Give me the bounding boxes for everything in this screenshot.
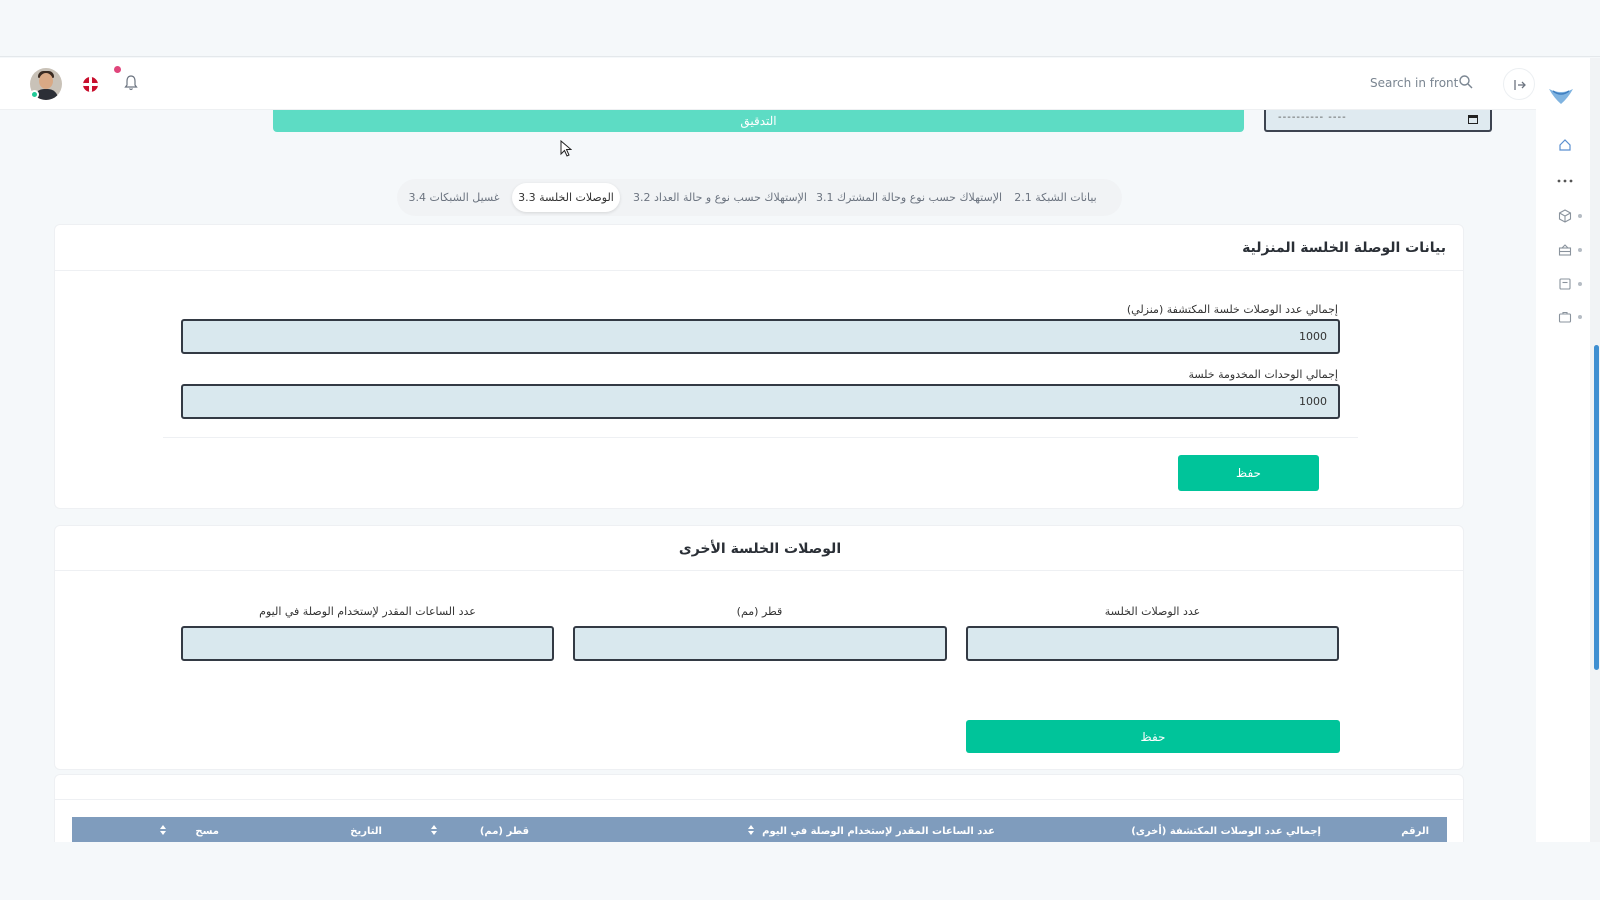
document-icon[interactable] <box>1558 277 1572 291</box>
top-header: Search in front <box>0 58 1590 110</box>
column-header[interactable]: مسح <box>195 826 219 837</box>
home-illegal-connection-card: بيانات الوصلة الخلسة المنزلية إجمالي عدد… <box>54 224 1464 509</box>
field-label: إجمالي عدد الوصلات خلسة المكتشفة (منزلي) <box>1126 303 1338 316</box>
save-button[interactable]: حفظ <box>966 720 1340 753</box>
field-label: قطر (مم) <box>736 605 783 618</box>
column-header[interactable]: التاريخ <box>350 826 382 837</box>
section-tabs: 2.1 بيانات الشبكة 3.1 الإستهلاك حسب نوع … <box>397 179 1122 216</box>
divider <box>55 270 1463 271</box>
more-icon[interactable] <box>1556 174 1574 188</box>
table-header-row: الرقم إجمالي عدد الوصلات المكتشفة (أخرى)… <box>72 817 1447 842</box>
rail-dot <box>1578 315 1582 319</box>
search-input[interactable]: Search in front <box>1370 76 1458 90</box>
divider <box>163 437 1358 438</box>
rail-dot <box>1578 248 1582 252</box>
home-detected-connections-input[interactable] <box>181 319 1340 354</box>
divider <box>55 799 1463 800</box>
scrollbar-thumb[interactable] <box>1594 345 1599 670</box>
flag-uk-icon[interactable] <box>83 77 98 92</box>
column-header[interactable]: قطر (مم) <box>480 826 529 837</box>
save-button[interactable]: حفظ <box>1178 455 1319 491</box>
browser-top-area <box>0 0 1600 57</box>
sort-icon[interactable] <box>431 825 437 835</box>
field-label: عدد الساعات المقدر لإستخدام الوصلة في ال… <box>259 605 476 618</box>
briefcase-icon[interactable] <box>1558 310 1572 324</box>
online-status-dot <box>30 90 39 99</box>
card-title: الوصلات الخلسة الأخرى <box>678 541 842 557</box>
daily-hours-input[interactable] <box>181 626 554 661</box>
tab-consumption-meter[interactable]: 3.2 الإستهلاك حسب نوع و حالة العداد <box>631 183 809 212</box>
date-input[interactable]: ---------- ---- <box>1264 110 1492 132</box>
side-navigation <box>1536 58 1590 842</box>
logout-button[interactable] <box>1503 68 1535 100</box>
column-header[interactable]: عدد الساعات المقدر لإستخدام الوصلة في ال… <box>762 826 995 837</box>
sort-icon[interactable] <box>748 825 754 835</box>
rail-dot <box>1578 214 1582 218</box>
notification-dot <box>114 66 121 73</box>
rail-dot <box>1578 282 1582 286</box>
column-header[interactable]: الرقم <box>1401 826 1429 837</box>
field-label: عدد الوصلات الخلسة <box>1104 605 1201 618</box>
basket-icon[interactable] <box>1558 243 1572 257</box>
diameter-input[interactable] <box>573 626 947 661</box>
mouse-cursor-icon <box>560 140 572 157</box>
tab-consumption-subscriber[interactable]: 3.1 الإستهلاك حسب نوع وحالة المشترك <box>816 183 1002 212</box>
tab-network-flushing[interactable]: 3.4 غسيل الشبكات <box>405 183 503 212</box>
date-placeholder: ---------- ---- <box>1278 112 1347 123</box>
home-icon[interactable] <box>1558 138 1572 152</box>
logo-icon <box>1549 89 1573 104</box>
cube-icon[interactable] <box>1558 209 1572 223</box>
sort-icon[interactable] <box>160 825 166 835</box>
calendar-icon[interactable] <box>1468 114 1478 124</box>
browser-bottom-area <box>0 842 1600 900</box>
connections-count-input[interactable] <box>966 626 1339 661</box>
field-label: إجمالي الوحدات المخدومة خلسة <box>1188 368 1338 381</box>
tab-network-data[interactable]: 2.1 بيانات الشبكة <box>1003 183 1108 212</box>
logout-icon <box>1514 80 1526 90</box>
verify-button[interactable]: التدقيق <box>273 110 1244 132</box>
search-icon[interactable] <box>1458 74 1474 90</box>
other-illegal-connections-card: الوصلات الخلسة الأخرى عدد الوصلات الخلسة… <box>54 525 1464 770</box>
served-units-input[interactable] <box>181 384 1340 419</box>
column-header[interactable]: إجمالي عدد الوصلات المكتشفة (أخرى) <box>1131 826 1321 837</box>
card-title: بيانات الوصلة الخلسة المنزلية <box>1242 240 1446 256</box>
divider <box>55 570 1463 571</box>
tab-illegal-connections[interactable]: 3.3 الوصلات الخلسة <box>512 183 620 212</box>
bell-icon[interactable] <box>124 75 138 91</box>
